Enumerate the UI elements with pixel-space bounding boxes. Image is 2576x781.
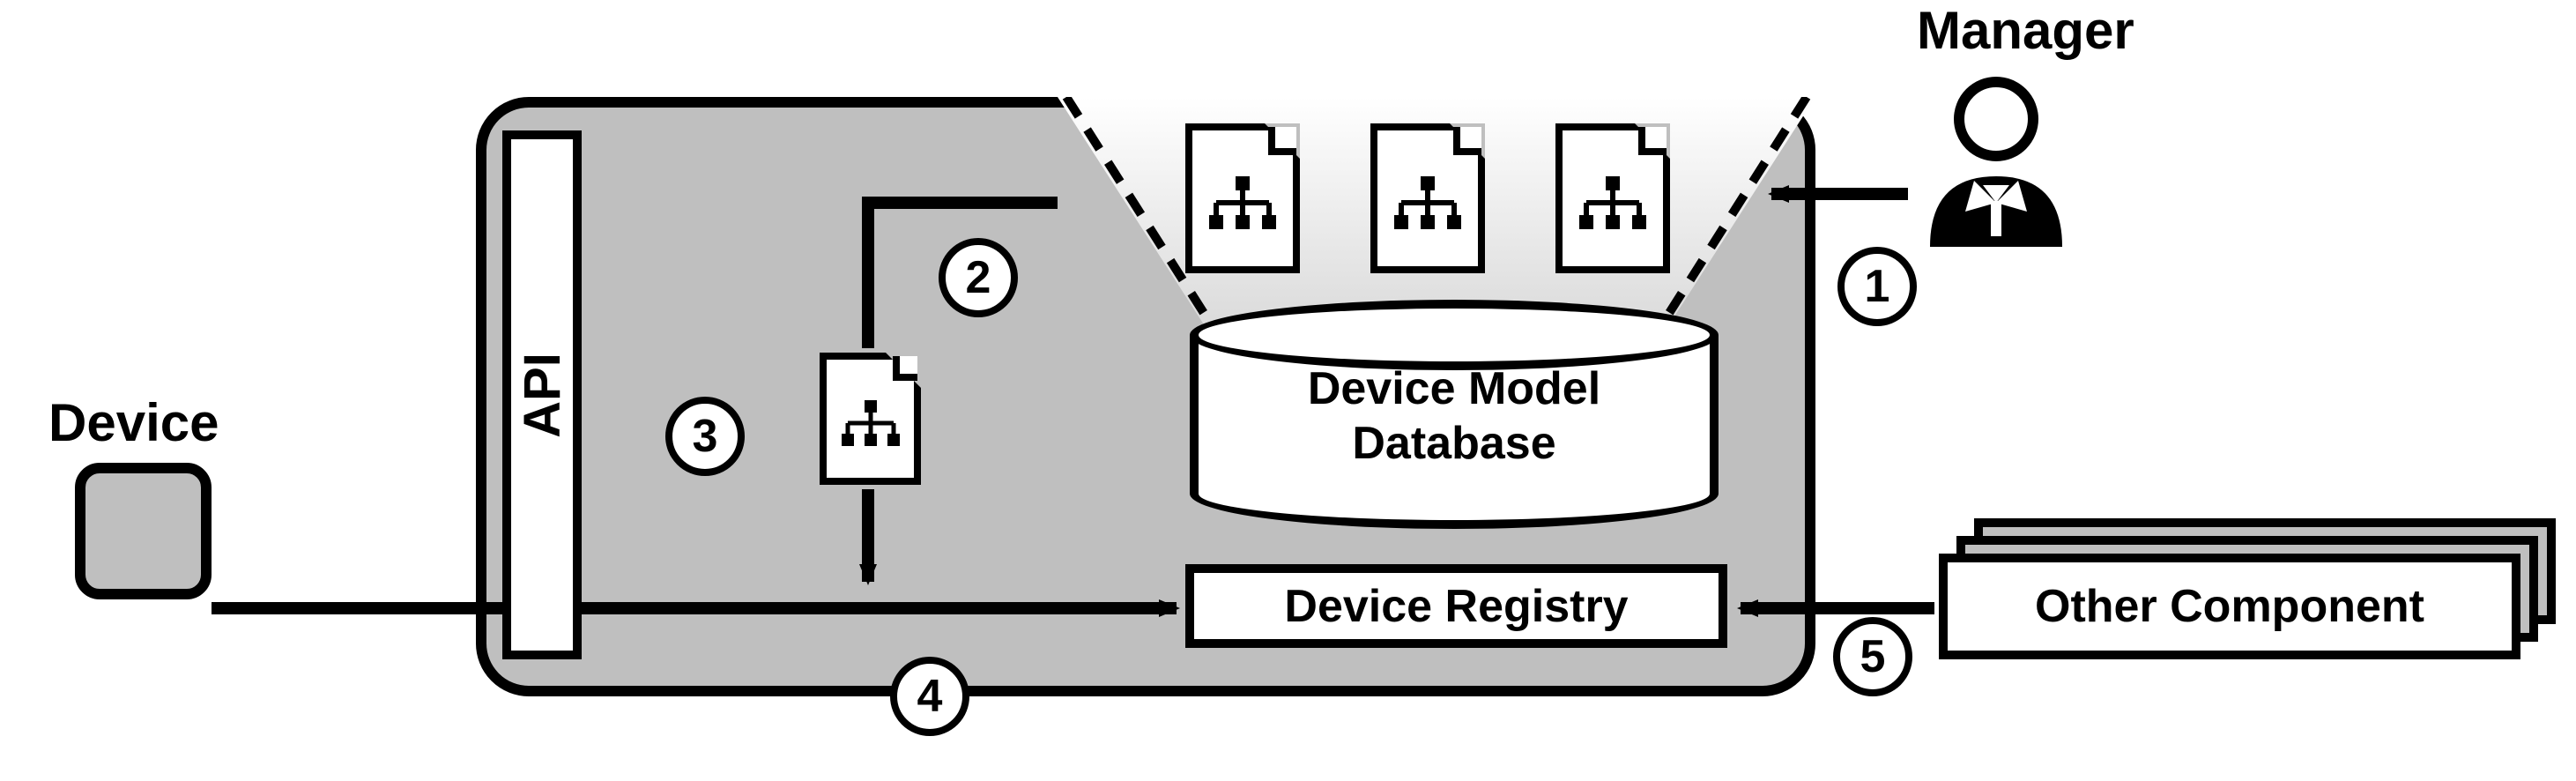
other-component-label: Other Component bbox=[2035, 580, 2424, 633]
hierarchy-icon bbox=[1207, 175, 1278, 236]
device-box bbox=[75, 463, 212, 599]
api-label: API bbox=[513, 353, 572, 438]
step-2-badge: 2 bbox=[939, 238, 1018, 317]
manager-person-icon bbox=[1912, 71, 2080, 269]
document-icon bbox=[1555, 123, 1670, 273]
device-label: Device bbox=[48, 392, 219, 453]
document-icon bbox=[1370, 123, 1485, 273]
hierarchy-icon bbox=[841, 398, 901, 451]
hierarchy-icon bbox=[1392, 175, 1463, 236]
step-1-badge: 1 bbox=[1837, 247, 1917, 326]
step-4-badge: 4 bbox=[890, 657, 969, 736]
api-box: API bbox=[502, 130, 582, 659]
manager-label: Manager bbox=[1917, 0, 2134, 61]
document-icon bbox=[820, 353, 921, 485]
step-3-badge: 3 bbox=[665, 397, 745, 476]
document-icon bbox=[1185, 123, 1300, 273]
device-model-database: Device Model Database bbox=[1190, 300, 1719, 520]
device-registry-label: Device Registry bbox=[1284, 580, 1628, 633]
hierarchy-icon bbox=[1578, 175, 1648, 236]
step-5-badge: 5 bbox=[1833, 617, 1912, 696]
db-label: Device Model Database bbox=[1190, 361, 1719, 472]
device-registry-box: Device Registry bbox=[1185, 564, 1727, 648]
